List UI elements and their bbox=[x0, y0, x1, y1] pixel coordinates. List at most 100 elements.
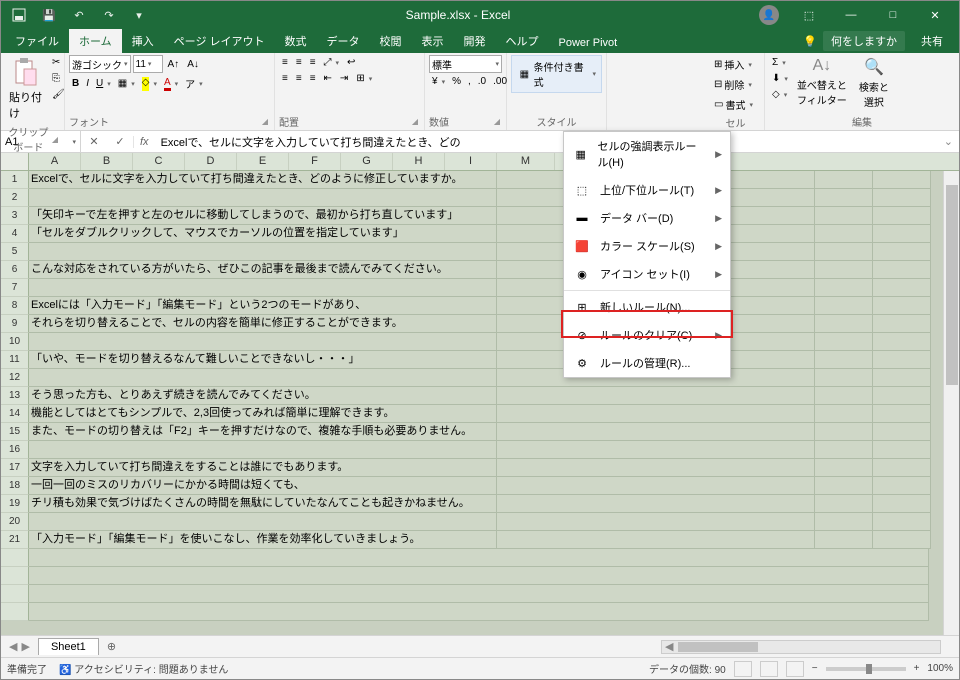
currency-icon[interactable]: ¥▾ bbox=[429, 74, 448, 89]
cell[interactable] bbox=[815, 189, 873, 207]
decrease-font-icon[interactable]: A↓ bbox=[184, 57, 202, 72]
cell[interactable] bbox=[873, 297, 931, 315]
cf-highlight-rules[interactable]: ▦セルの強調表示ルール(H)▶ bbox=[564, 132, 730, 176]
cell[interactable] bbox=[815, 171, 873, 189]
number-format-combo[interactable]: 標準▾ bbox=[429, 55, 502, 73]
increase-font-icon[interactable]: A↑ bbox=[165, 57, 183, 72]
cell[interactable]: それらを切り替えることで、セルの内容を簡単に修正することができます。 bbox=[29, 315, 497, 333]
cell[interactable]: そう思った方も、とりあえず続きを読んでみてください。 bbox=[29, 387, 497, 405]
share-button[interactable]: 共有 bbox=[911, 29, 953, 53]
cf-new-rule[interactable]: ⊞新しいルール(N)... bbox=[564, 293, 730, 321]
row-header[interactable]: 9 bbox=[1, 315, 29, 333]
sheet-tab[interactable]: Sheet1 bbox=[38, 638, 99, 655]
cell[interactable] bbox=[815, 279, 873, 297]
page-break-view-icon[interactable] bbox=[786, 661, 804, 677]
cell[interactable]: 一回一回のミスのリカバリーにかかる時間は短くても、 bbox=[29, 477, 497, 495]
tab-home[interactable]: ホーム bbox=[69, 29, 122, 53]
tab-page-layout[interactable]: ページ レイアウト bbox=[164, 29, 275, 53]
row-header[interactable]: 17 bbox=[1, 459, 29, 477]
cell[interactable] bbox=[873, 369, 931, 387]
row-header[interactable]: 2 bbox=[1, 189, 29, 207]
sheet-nav-next-icon[interactable]: ▶ bbox=[21, 640, 29, 653]
cell[interactable] bbox=[873, 423, 931, 441]
cell[interactable]: 「セルをダブルクリックして、マウスでカーソルの位置を指定しています」 bbox=[29, 225, 497, 243]
cell[interactable] bbox=[873, 279, 931, 297]
cell[interactable] bbox=[873, 513, 931, 531]
fill-button[interactable]: ⬇▾ bbox=[769, 71, 791, 86]
cell[interactable] bbox=[873, 315, 931, 333]
row-header[interactable]: 8 bbox=[1, 297, 29, 315]
increase-indent-icon[interactable]: ⇥ bbox=[337, 71, 351, 86]
row-header[interactable]: 4 bbox=[1, 225, 29, 243]
cell[interactable]: また、モードの切り替えは「F2」キーを押すだけなので、複雑な手順も必要ありません… bbox=[29, 423, 497, 441]
minimize-button[interactable]: — bbox=[831, 1, 871, 29]
align-top-icon[interactable]: ≡ bbox=[279, 55, 291, 70]
cell[interactable]: 文字を入力していて打ち間違えをすることは誰にでもあります。 bbox=[29, 459, 497, 477]
conditional-formatting-button[interactable]: ▦ 条件付き書式▾ bbox=[511, 55, 602, 93]
expand-formula-bar-icon[interactable]: ⌄ bbox=[938, 135, 959, 148]
cell[interactable] bbox=[815, 459, 873, 477]
row-header[interactable]: 20 bbox=[1, 513, 29, 531]
row-header[interactable]: 12 bbox=[1, 369, 29, 387]
cell[interactable] bbox=[815, 333, 873, 351]
row-header[interactable]: 13 bbox=[1, 387, 29, 405]
cell[interactable] bbox=[815, 315, 873, 333]
cell[interactable] bbox=[757, 531, 815, 549]
cell[interactable] bbox=[873, 405, 931, 423]
cell[interactable] bbox=[873, 351, 931, 369]
cell[interactable] bbox=[873, 243, 931, 261]
orientation-icon[interactable]: ⤢▾ bbox=[321, 55, 343, 70]
percent-icon[interactable]: % bbox=[449, 74, 464, 89]
autosum-button[interactable]: Σ▾ bbox=[769, 55, 791, 70]
vertical-scrollbar[interactable] bbox=[943, 171, 959, 635]
tab-help[interactable]: ヘルプ bbox=[496, 29, 549, 53]
cell[interactable] bbox=[873, 477, 931, 495]
phonetic-button[interactable]: ア▾ bbox=[182, 74, 206, 93]
cell[interactable] bbox=[815, 225, 873, 243]
font-size-combo[interactable]: 11▾ bbox=[133, 55, 163, 73]
row-header[interactable]: 21 bbox=[1, 531, 29, 549]
page-layout-view-icon[interactable] bbox=[760, 661, 778, 677]
cell[interactable] bbox=[815, 477, 873, 495]
cell[interactable] bbox=[873, 207, 931, 225]
cell[interactable]: こんな対応をされている方がいたら、ぜひこの記事を最後まで読んでみてください。 bbox=[29, 261, 497, 279]
decrease-indent-icon[interactable]: ⇤ bbox=[321, 71, 335, 86]
normal-view-icon[interactable] bbox=[734, 661, 752, 677]
tab-insert[interactable]: 挿入 bbox=[122, 29, 164, 53]
cell[interactable] bbox=[757, 189, 815, 207]
cell[interactable] bbox=[757, 459, 815, 477]
column-header[interactable]: H bbox=[393, 153, 445, 170]
tab-file[interactable]: ファイル bbox=[5, 29, 69, 53]
align-middle-icon[interactable]: ≡ bbox=[293, 55, 305, 70]
format-cells-button[interactable]: ▭書式▾ bbox=[711, 95, 756, 114]
cell[interactable] bbox=[757, 477, 815, 495]
row-header[interactable]: 14 bbox=[1, 405, 29, 423]
worksheet-grid[interactable]: ABCDEFGHIMNO 1Excelで、セルに文字を入力していて打ち間違えたと… bbox=[1, 153, 959, 635]
row-header[interactable]: 3 bbox=[1, 207, 29, 225]
tab-view[interactable]: 表示 bbox=[412, 29, 454, 53]
redo-icon[interactable]: ↷ bbox=[97, 3, 121, 27]
cell[interactable] bbox=[757, 495, 815, 513]
cell[interactable] bbox=[757, 297, 815, 315]
maximize-button[interactable]: □ bbox=[873, 1, 913, 29]
increase-decimal-icon[interactable]: .0 bbox=[475, 74, 489, 89]
row-header[interactable]: 19 bbox=[1, 495, 29, 513]
column-header[interactable]: E bbox=[237, 153, 289, 170]
align-bottom-icon[interactable]: ≡ bbox=[307, 55, 319, 70]
column-header[interactable]: I bbox=[445, 153, 497, 170]
add-sheet-button[interactable]: ⊕ bbox=[99, 640, 124, 653]
find-select-button[interactable]: 🔍 検索と 選択 bbox=[853, 55, 895, 111]
cell[interactable] bbox=[815, 513, 873, 531]
wrap-text-button[interactable]: ↩ bbox=[344, 55, 358, 70]
align-right-icon[interactable]: ≡ bbox=[307, 71, 319, 86]
undo-icon[interactable]: ↶ bbox=[67, 3, 91, 27]
cancel-icon[interactable]: ✕ bbox=[81, 135, 107, 148]
cf-manage-rules[interactable]: ⚙ルールの管理(R)... bbox=[564, 349, 730, 377]
border-button[interactable]: ▦▾ bbox=[115, 74, 138, 93]
cell[interactable] bbox=[757, 441, 815, 459]
horizontal-scrollbar[interactable]: ◀ bbox=[124, 640, 959, 654]
cell[interactable] bbox=[873, 261, 931, 279]
cell[interactable] bbox=[815, 441, 873, 459]
select-all-corner[interactable] bbox=[1, 153, 29, 170]
tab-formulas[interactable]: 数式 bbox=[275, 29, 317, 53]
